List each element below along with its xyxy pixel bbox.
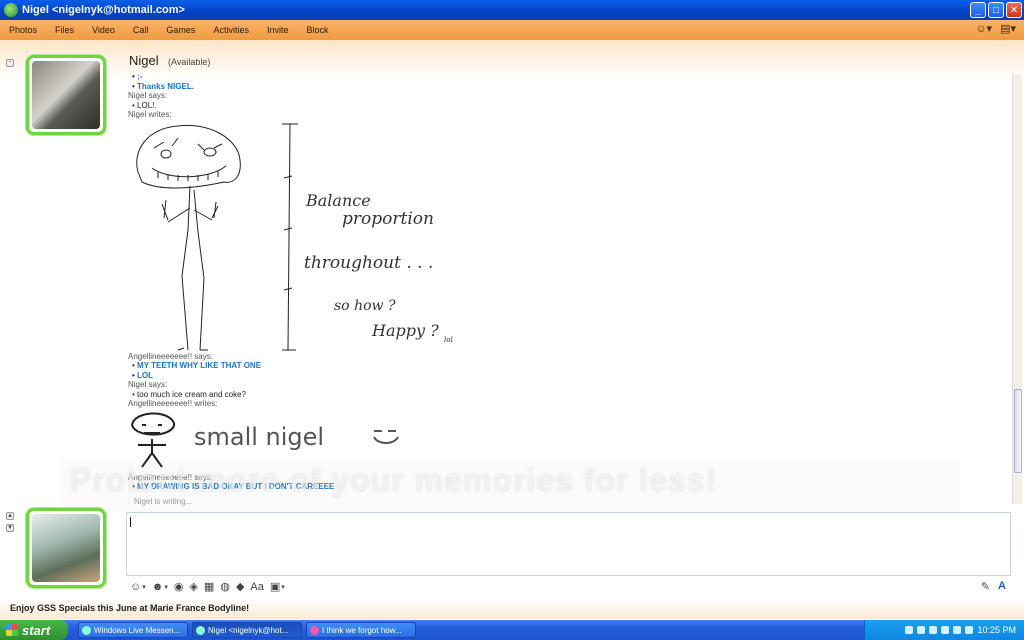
sender-label: Angellineeeeeee!! says: — [128, 351, 213, 361]
input-mode-tools: ✎ A — [981, 580, 1006, 593]
taskbar-item-label: Nigel <nigelnyk@hot... — [208, 625, 289, 635]
nudge-icon[interactable]: ◉ — [174, 580, 184, 593]
typing-indicator: Nigel is writing... — [134, 497, 193, 506]
window-controls: _ □ ✕ — [970, 2, 1022, 18]
expand-down-icon[interactable]: ▾ — [6, 524, 14, 532]
text-caret — [130, 517, 131, 527]
menu-right-tools: ☺▾ ▤▾ — [975, 22, 1016, 35]
wink-icon[interactable]: ☻ ▾ — [152, 581, 168, 593]
menu-call[interactable]: Call — [124, 25, 158, 35]
taskbar-item-label: Windows Live Messen... — [94, 625, 181, 635]
menu-photos[interactable]: Photos — [0, 25, 46, 35]
conversation-history[interactable]: ;- Thanks NIGEL. Nigel says: LOL!. Nigel… — [128, 72, 1008, 504]
contact-name: Nigel — [129, 53, 159, 68]
start-label: start — [22, 622, 51, 638]
sender-label: Nigel says: — [128, 91, 168, 100]
menu-files[interactable]: Files — [46, 25, 83, 35]
contacts-icon[interactable]: ☺▾ — [975, 22, 992, 35]
font-icon[interactable]: Aa — [250, 581, 263, 593]
ink-text: proportion — [342, 209, 434, 229]
sender-label: Angellineeeeeee!! writes: — [128, 399, 218, 408]
game-icon[interactable]: ◍ — [220, 580, 230, 593]
taskbar-item-label: I think we forgot how... — [322, 625, 402, 635]
handwriting-ink-drawing: Balance proportion throughout . . . so h… — [136, 123, 453, 350]
ink-text: so how ? — [334, 298, 396, 314]
background-icon[interactable]: ▦ — [204, 580, 214, 593]
mail-icon[interactable] — [965, 626, 974, 634]
menu-games[interactable]: Games — [157, 25, 204, 35]
ad-text[interactable]: Enjoy GSS Specials this June at Marie Fr… — [10, 603, 249, 613]
ink-text: small nigel — [194, 423, 324, 451]
sender-label: Nigel says: — [128, 380, 168, 389]
maximize-button[interactable]: □ — [988, 2, 1004, 18]
image-icon[interactable]: ▣ ▾ — [270, 580, 285, 593]
chat-message: LOL — [128, 371, 1008, 381]
network-icon[interactable] — [917, 626, 926, 634]
collapse-toggle-icon[interactable]: - — [6, 59, 14, 67]
messenger-tray-icon[interactable] — [953, 626, 962, 634]
watermark-overlay: Protect more of your memories for less! — [60, 462, 960, 512]
settings-menu-icon[interactable]: ▤▾ — [1000, 22, 1016, 35]
chat-message: MY TEETH WHY LIKE THAT ONE — [128, 361, 1008, 371]
handwriting-mode-icon[interactable]: ✎ — [981, 580, 990, 593]
ink-text: Balance — [305, 191, 371, 210]
ink-text: throughout . . . — [304, 253, 433, 273]
menu-bar: Photos Files Video Call Games Activities… — [0, 20, 1024, 40]
chat-message: ;- — [128, 72, 1008, 82]
contact-status: (Available) — [168, 57, 211, 67]
messenger-icon — [82, 625, 91, 635]
my-avatar[interactable] — [26, 508, 106, 588]
window-title-bar[interactable]: Nigel <nigelnyk@hotmail.com> _ □ ✕ — [0, 0, 1024, 20]
browser-icon — [310, 625, 319, 635]
scrollbar-thumb[interactable] — [1014, 389, 1022, 473]
sender-label: Nigel writes: — [128, 110, 172, 119]
menu-activities[interactable]: Activities — [204, 25, 258, 35]
window-title: Nigel <nigelnyk@hotmail.com> — [22, 4, 185, 16]
windows-flag-icon — [6, 624, 18, 636]
start-button[interactable]: start — [0, 620, 68, 640]
close-button[interactable]: ✕ — [1006, 2, 1022, 18]
text-mode-icon[interactable]: A — [998, 580, 1006, 593]
ink-text: lol — [444, 336, 453, 344]
clock[interactable]: 10:25 PM — [977, 625, 1016, 635]
taskbar: start Windows Live Messen... Nigel <nige… — [0, 620, 1024, 640]
expand-up-icon[interactable]: ▴ — [6, 512, 14, 520]
menu-invite[interactable]: Invite — [258, 25, 298, 35]
chat-message: Thanks NIGEL. — [128, 82, 1008, 92]
menu-block[interactable]: Block — [297, 25, 337, 35]
ink-text: Happy ? — [371, 321, 439, 340]
minimize-button[interactable]: _ — [970, 2, 986, 18]
taskbar-item[interactable]: Windows Live Messen... — [78, 622, 188, 638]
activity-icon[interactable]: ◆ — [236, 580, 244, 593]
voice-clip-icon[interactable]: ◈ — [189, 580, 197, 593]
antivirus-icon[interactable] — [941, 626, 950, 634]
help-icon[interactable] — [905, 626, 914, 634]
chat-message: too much ice cream and coke? — [128, 390, 1008, 400]
menu-video[interactable]: Video — [83, 25, 124, 35]
volume-icon[interactable] — [929, 626, 938, 634]
messenger-icon — [196, 625, 205, 635]
message-input[interactable] — [126, 512, 1011, 576]
contact-avatar[interactable] — [26, 55, 106, 135]
advertisement-bar[interactable]: Enjoy GSS Specials this June at Marie Fr… — [0, 599, 1024, 619]
format-toolbar: ☺ ▾ ☻ ▾ ◉ ◈ ▦ ◍ ◆ Aa ▣ ▾ — [130, 580, 285, 594]
taskbar-item[interactable]: I think we forgot how... — [306, 622, 416, 638]
emoticon-icon[interactable]: ☺ ▾ — [130, 581, 146, 593]
conversation-scrollbar[interactable] — [1012, 74, 1022, 504]
messenger-app-icon — [4, 3, 18, 17]
system-tray: 10:25 PM — [864, 620, 1024, 640]
chat-message: LOL!. — [128, 101, 1008, 111]
taskbar-item-active[interactable]: Nigel <nigelnyk@hot... — [192, 622, 302, 638]
